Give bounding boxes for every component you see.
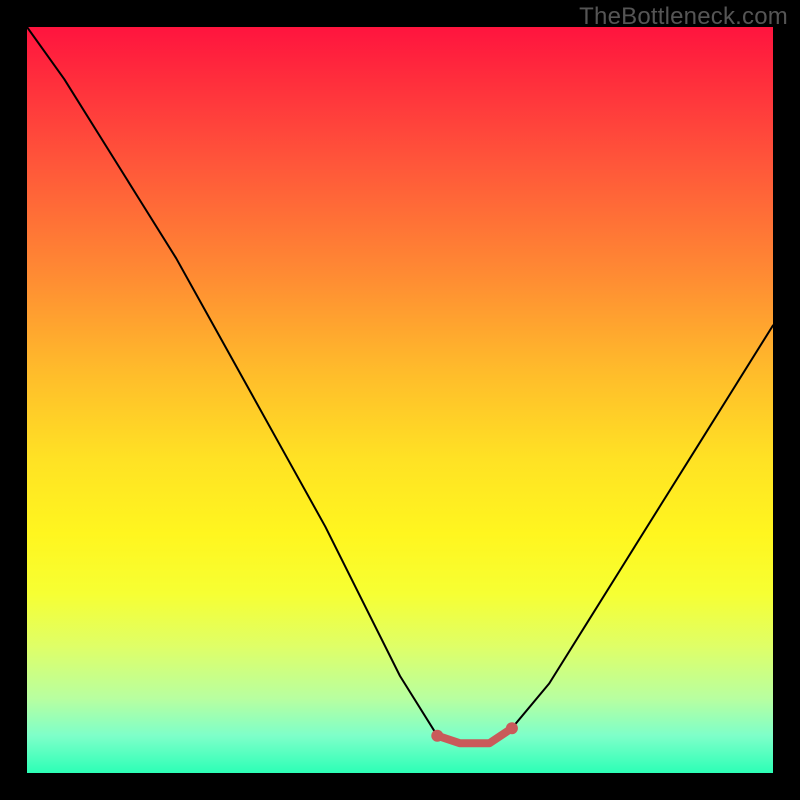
chart-frame: TheBottleneck.com	[0, 0, 800, 800]
main-curve	[27, 27, 773, 743]
plot-area	[27, 27, 773, 773]
highlight-endpoint-left	[431, 730, 443, 742]
highlight-endpoint-right	[506, 722, 518, 734]
bottom-highlight-segment	[437, 728, 512, 743]
watermark-text: TheBottleneck.com	[579, 3, 788, 31]
chart-svg	[27, 27, 773, 773]
